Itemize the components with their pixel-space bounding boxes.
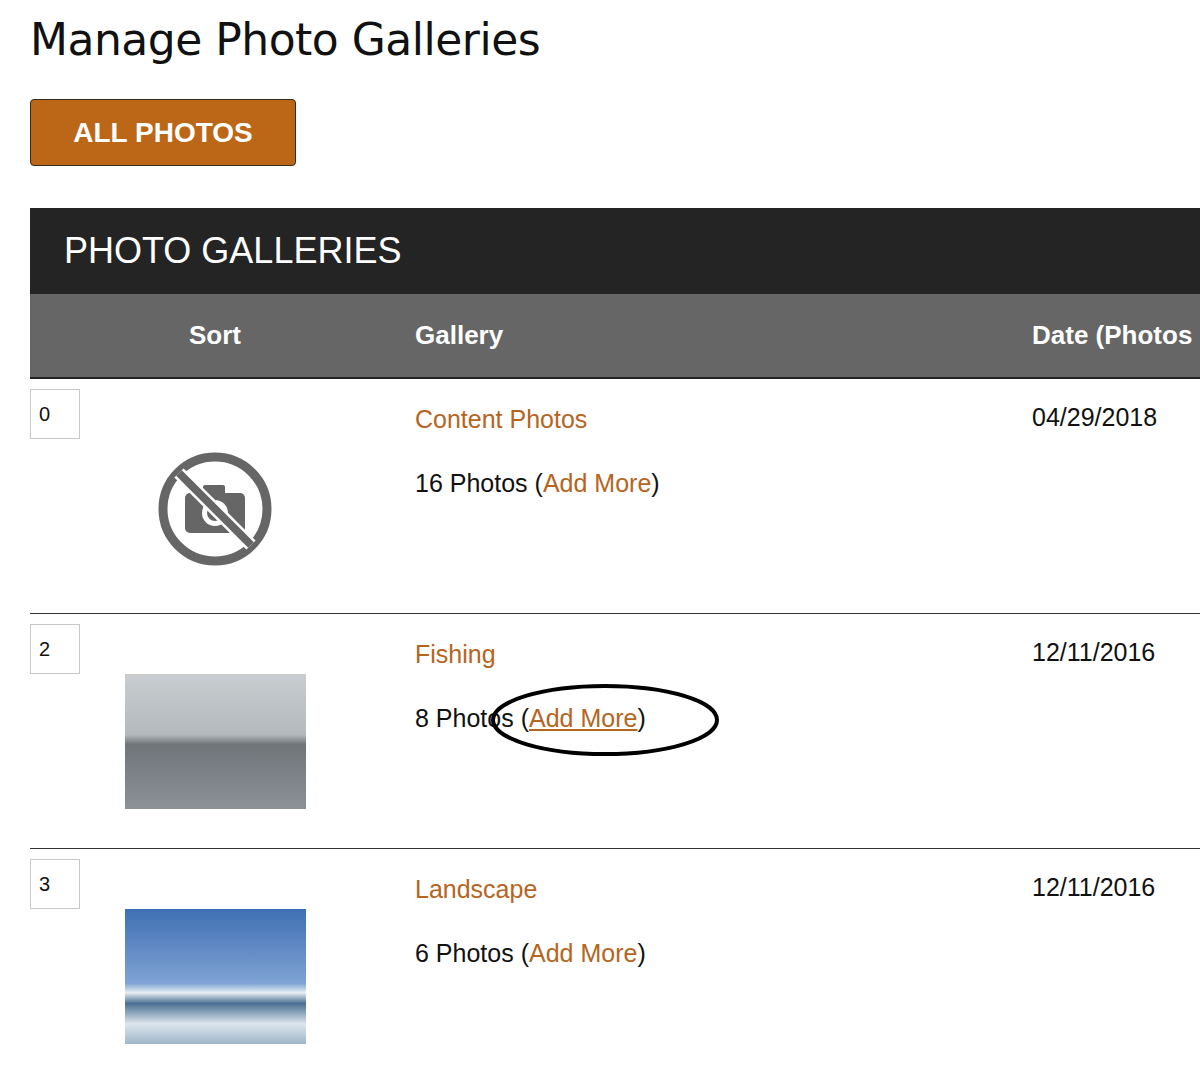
sort-input[interactable] bbox=[30, 859, 80, 909]
photo-count: 6 Photos bbox=[415, 939, 514, 967]
gallery-thumbnail[interactable] bbox=[125, 909, 306, 1044]
sort-cell bbox=[30, 849, 400, 1066]
column-header-row: SortGalleryDate (Photos bbox=[30, 294, 1200, 379]
column-header[interactable]: Date (Photos bbox=[1017, 294, 1200, 377]
panel-title: PHOTO GALLERIES bbox=[30, 208, 1200, 294]
highlight-ellipse bbox=[489, 682, 721, 758]
sort-cell bbox=[30, 614, 400, 848]
photo-count-line: 6 Photos(Add More) bbox=[415, 937, 1002, 970]
add-more-link[interactable]: Add More bbox=[543, 469, 651, 497]
paren: ) bbox=[637, 939, 645, 967]
add-more-link[interactable]: Add More bbox=[529, 704, 637, 732]
sort-input[interactable] bbox=[30, 389, 80, 439]
sort-cell bbox=[30, 379, 400, 613]
page-title: Manage Photo Galleries bbox=[30, 10, 1200, 69]
add-more-wrap: (Add More) bbox=[521, 937, 646, 970]
thumbnail-box bbox=[30, 674, 400, 809]
gallery-link[interactable]: Content Photos bbox=[415, 403, 587, 436]
paren: ( bbox=[521, 939, 529, 967]
gallery-thumbnail[interactable] bbox=[125, 674, 306, 809]
photo-count: 16 Photos bbox=[415, 469, 528, 497]
gallery-cell: Content Photos 16 Photos(Add More) bbox=[400, 379, 1017, 613]
add-more-wrap: (Add More) bbox=[521, 702, 646, 735]
gallery-link[interactable]: Fishing bbox=[415, 638, 496, 671]
date-cell: 12/11/2016 bbox=[1017, 614, 1200, 848]
add-more-link[interactable]: Add More bbox=[529, 939, 637, 967]
column-header[interactable]: Gallery bbox=[400, 294, 1017, 377]
no-photo-icon bbox=[155, 449, 275, 569]
photo-count: 8 Photos bbox=[415, 704, 514, 732]
gallery-cell: Landscape 6 Photos(Add More) bbox=[400, 849, 1017, 1066]
gallery-row: Landscape 6 Photos(Add More) 12/11/2016 bbox=[30, 849, 1200, 1066]
photo-count-line: 8 Photos(Add More) bbox=[415, 702, 1002, 735]
all-photos-button[interactable]: ALL PHOTOS bbox=[30, 99, 296, 166]
toolbar: ALL PHOTOS bbox=[30, 69, 1200, 166]
photo-count-line: 16 Photos(Add More) bbox=[415, 467, 1002, 500]
gallery-link[interactable]: Landscape bbox=[415, 873, 537, 906]
paren: ) bbox=[637, 704, 645, 732]
date-cell: 12/11/2016 bbox=[1017, 849, 1200, 1066]
thumbnail-box bbox=[30, 909, 400, 1044]
add-more-wrap: (Add More) bbox=[535, 467, 660, 500]
thumbnail-box bbox=[30, 439, 400, 569]
gallery-row: Content Photos 16 Photos(Add More) 04/29/2… bbox=[30, 379, 1200, 614]
sort-input[interactable] bbox=[30, 624, 80, 674]
gallery-row: Fishing 8 Photos(Add More) 12/11/2016 bbox=[30, 614, 1200, 849]
column-header[interactable]: Sort bbox=[30, 294, 400, 377]
date-cell: 04/29/2018 bbox=[1017, 379, 1200, 613]
paren: ) bbox=[651, 469, 659, 497]
paren: ( bbox=[521, 704, 529, 732]
paren: ( bbox=[535, 469, 543, 497]
gallery-cell: Fishing 8 Photos(Add More) bbox=[400, 614, 1017, 848]
